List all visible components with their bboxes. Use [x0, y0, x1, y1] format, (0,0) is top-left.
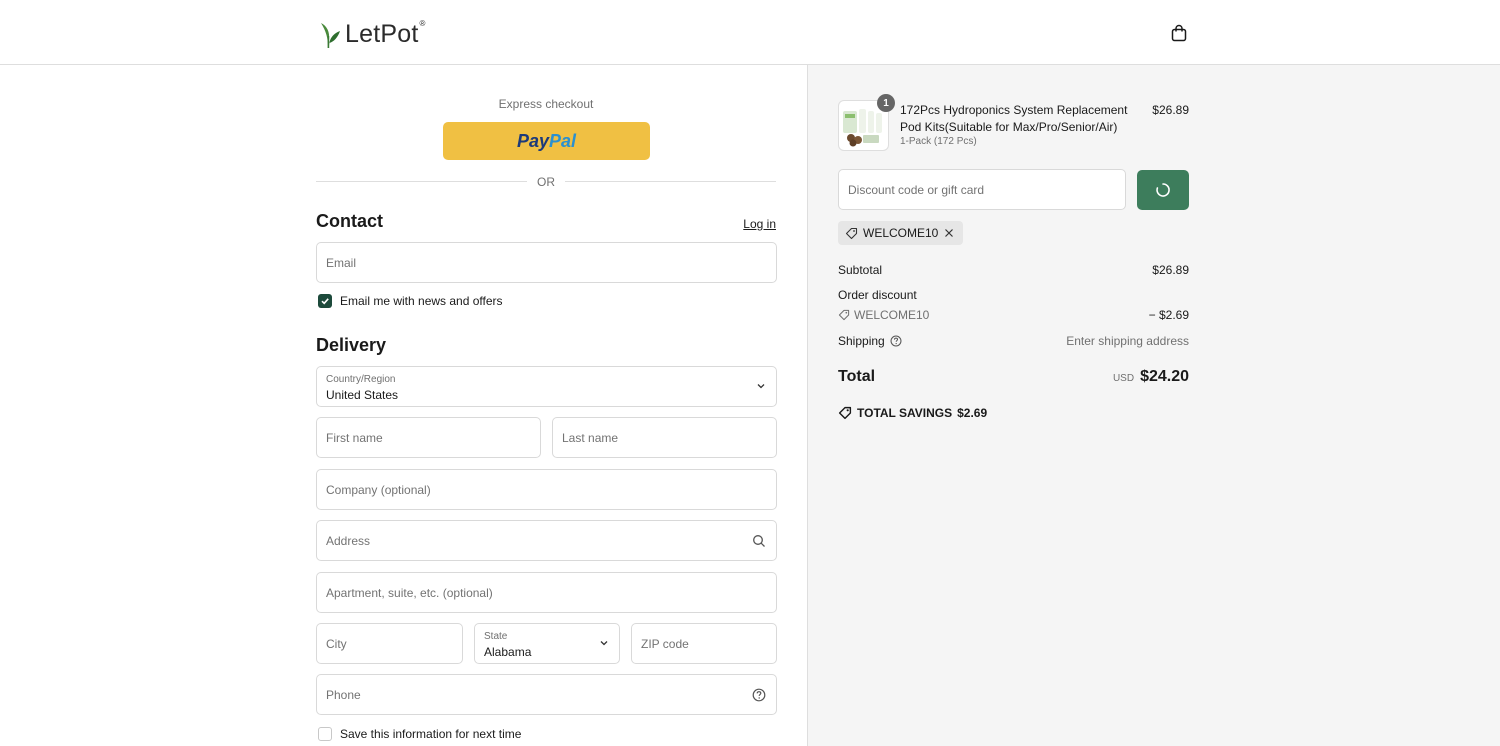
login-link[interactable]: Log in: [700, 217, 776, 231]
delivery-heading: Delivery: [316, 335, 387, 355]
company-field[interactable]: [316, 469, 777, 510]
quantity-badge: 1: [877, 94, 895, 112]
discount-input[interactable]: [839, 170, 1125, 209]
order-discount-row: Order discount: [838, 288, 1189, 302]
shipping-value: Enter shipping address: [1066, 334, 1189, 348]
country-label: Country/Region: [326, 374, 396, 385]
discount-code-info: WELCOME10: [838, 308, 929, 322]
remove-discount-button[interactable]: [944, 228, 954, 238]
search-icon: [753, 535, 765, 547]
subtotal-value: $26.89: [1152, 263, 1189, 277]
save-info-label: Save this information for next time: [340, 727, 522, 741]
total-savings-value: $2.69: [957, 406, 988, 420]
total-label: Total: [838, 368, 876, 385]
news-offers-option[interactable]: Email me with news and offers: [318, 294, 503, 308]
order-discount-label: Order discount: [838, 288, 917, 302]
leaf-logo-icon: [321, 23, 340, 48]
brand-logo[interactable]: LetPot ®: [318, 16, 425, 48]
paypal-button[interactable]: Pay Pal: [443, 122, 650, 160]
or-divider-text: OR: [537, 175, 555, 189]
brand-name: LetPot: [345, 20, 419, 48]
total-amount: $24.20: [1140, 368, 1189, 385]
discount-code-row: WELCOME10 − $2.69: [838, 308, 1189, 322]
city-input[interactable]: [317, 624, 462, 663]
savings-tag-icon: [838, 406, 852, 420]
country-select[interactable]: Country/Region United States: [316, 366, 777, 407]
save-info-option[interactable]: Save this information for next time: [318, 727, 521, 741]
apartment-field[interactable]: [316, 572, 777, 613]
address-field[interactable]: [316, 520, 777, 561]
header: LetPot ®: [0, 0, 1500, 65]
zip-field[interactable]: [631, 623, 777, 664]
phone-input[interactable]: [317, 675, 776, 714]
chevron-down-icon: [600, 641, 608, 646]
close-icon: [945, 229, 954, 237]
help-circle-icon[interactable]: [752, 688, 766, 702]
chevron-down-icon: [757, 384, 765, 389]
express-checkout-label: Express checkout: [498, 97, 594, 111]
paypal-text-pal: Pal: [549, 130, 577, 151]
city-field[interactable]: [316, 623, 463, 664]
shipping-row: Shipping Enter shipping address: [838, 334, 1189, 348]
address-input[interactable]: [317, 521, 776, 560]
apply-discount-button[interactable]: [1137, 170, 1189, 210]
shipping-label: Shipping: [838, 334, 885, 348]
phone-field[interactable]: [316, 674, 777, 715]
total-amount-group: USD $24.20: [1113, 368, 1189, 386]
state-label: State: [484, 631, 508, 642]
product-variant: 1-Pack (172 Pcs): [900, 136, 977, 147]
product-title: 172Pcs Hydroponics System Replacement Po…: [900, 103, 1128, 134]
paypal-text-pay: Pay: [516, 130, 549, 151]
currency-code: USD: [1112, 373, 1135, 384]
contact-heading: Contact: [316, 211, 383, 231]
state-value: Alabama: [484, 645, 532, 659]
news-offers-label: Email me with news and offers: [340, 294, 503, 308]
help-circle-icon[interactable]: [890, 335, 902, 347]
last-name-field[interactable]: [552, 417, 777, 458]
first-name-field[interactable]: [316, 417, 541, 458]
cart-button[interactable]: [1166, 20, 1192, 46]
registered-mark: ®: [419, 19, 426, 28]
order-summary-panel: 1 172Pcs Hydroponics System Replacement …: [807, 65, 1500, 746]
product-price: $26.89: [1152, 103, 1189, 117]
discount-code-name: WELCOME10: [854, 308, 930, 322]
checkout-form-panel: Express checkout Pay Pal OR Contact Log i…: [0, 65, 807, 746]
discount-value: − $2.69: [1148, 308, 1189, 322]
total-savings: TOTAL SAVINGS $2.69: [838, 406, 987, 420]
state-select[interactable]: State Alabama: [474, 623, 620, 664]
total-savings-label: TOTAL SAVINGS: [857, 406, 953, 420]
subtotal-label: Subtotal: [838, 263, 883, 277]
email-input[interactable]: [317, 243, 776, 282]
zip-input[interactable]: [632, 624, 776, 663]
applied-discount-tag: WELCOME10: [838, 221, 964, 245]
tag-icon: [838, 309, 850, 321]
or-divider-left: [316, 181, 527, 182]
first-name-input[interactable]: [317, 418, 540, 457]
company-input[interactable]: [317, 470, 776, 509]
loading-spinner-icon: [1156, 183, 1170, 197]
shipping-info: Shipping: [838, 334, 902, 348]
discount-field[interactable]: [838, 169, 1126, 210]
shopping-bag-icon: [1171, 24, 1187, 42]
apartment-input[interactable]: [317, 573, 776, 612]
country-value: United States: [326, 388, 399, 402]
tag-icon: [845, 227, 858, 239]
checkmark-icon: [321, 298, 329, 305]
save-info-checkbox[interactable]: [318, 727, 332, 741]
or-divider-right: [565, 181, 776, 182]
email-field[interactable]: [316, 242, 777, 283]
total-row: Total USD $24.20: [838, 368, 1189, 386]
last-name-input[interactable]: [553, 418, 776, 457]
news-offers-checkbox[interactable]: [318, 294, 332, 308]
applied-code-text: WELCOME10: [863, 226, 939, 240]
subtotal-row: Subtotal $26.89: [838, 263, 1189, 277]
